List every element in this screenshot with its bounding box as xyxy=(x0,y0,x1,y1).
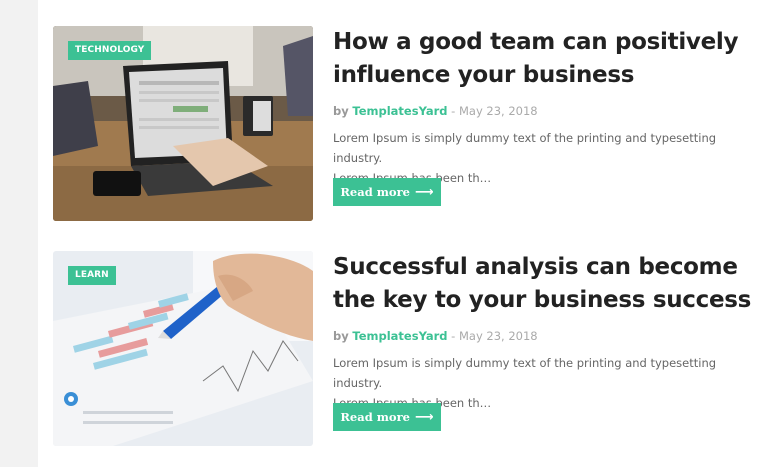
post-title[interactable]: Successful analysis can become the key t… xyxy=(333,251,765,317)
arrow-right-icon: ⟶ xyxy=(414,184,434,200)
post-thumbnail-laptop[interactable]: TECHNOLOGY xyxy=(53,26,313,221)
post-card: LEARN Successful analysis can become the… xyxy=(53,251,765,446)
by-label: by xyxy=(333,104,349,118)
post-date: - May 23, 2018 xyxy=(451,329,538,343)
arrow-right-icon: ⟶ xyxy=(414,409,434,425)
post-title[interactable]: How a good team can positively influence… xyxy=(333,26,765,92)
post-date: - May 23, 2018 xyxy=(451,104,538,118)
post-meta: by TemplatesYard - May 23, 2018 xyxy=(333,104,765,119)
read-more-button[interactable]: Read more ⟶ xyxy=(333,403,441,431)
category-badge[interactable]: LEARN xyxy=(68,266,116,285)
read-more-button[interactable]: Read more ⟶ xyxy=(333,178,441,206)
post-content: Successful analysis can become the key t… xyxy=(333,251,765,431)
post-title-line[interactable]: the key to your business success xyxy=(333,284,765,317)
post-content: How a good team can positively influence… xyxy=(333,26,765,206)
post-meta: by TemplatesYard - May 23, 2018 xyxy=(333,329,765,344)
excerpt-line: Lorem Ipsum is simply dummy text of the … xyxy=(333,131,717,165)
by-label: by xyxy=(333,329,349,343)
post-card: TECHNOLOGY How a good team can positivel… xyxy=(53,26,765,221)
post-title-line[interactable]: How a good team can positively xyxy=(333,26,765,59)
excerpt-line: Lorem Ipsum is simply dummy text of the … xyxy=(333,356,717,390)
read-more-label: Read more xyxy=(340,185,410,199)
read-more-label: Read more xyxy=(340,410,410,424)
post-thumbnail-analysis[interactable]: LEARN xyxy=(53,251,313,446)
left-sidebar-strip xyxy=(0,0,38,467)
post-title-line[interactable]: influence your business xyxy=(333,59,765,92)
post-title-line[interactable]: Successful analysis can become xyxy=(333,251,765,284)
post-author[interactable]: TemplatesYard xyxy=(352,329,447,343)
post-author[interactable]: TemplatesYard xyxy=(352,104,447,118)
category-badge[interactable]: TECHNOLOGY xyxy=(68,41,152,60)
